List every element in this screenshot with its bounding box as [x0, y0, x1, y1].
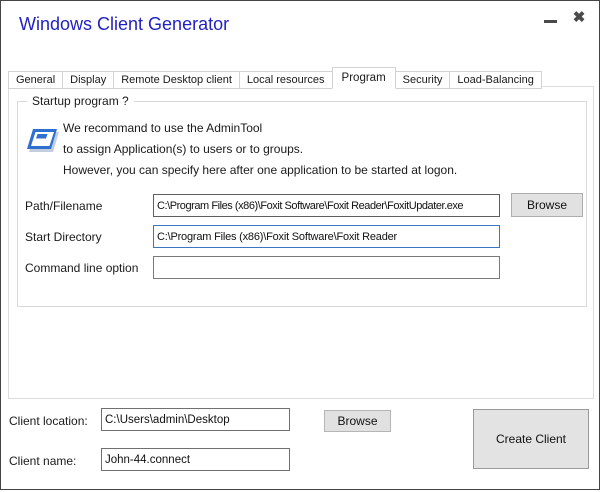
create-client-button[interactable]: Create Client	[473, 409, 589, 469]
client-location-label: Client location:	[9, 414, 88, 428]
tab-security[interactable]: Security	[395, 71, 451, 89]
info-line-1: We recommand to use the AdminTool	[63, 121, 262, 135]
minimize-icon	[544, 20, 557, 23]
tab-remote-desktop-client[interactable]: Remote Desktop client	[113, 71, 240, 89]
client-generator-window: Windows Client Generator ✖ General Displ…	[0, 0, 600, 490]
close-icon: ✖	[573, 8, 586, 26]
tab-load-balancing[interactable]: Load-Balancing	[449, 71, 541, 89]
application-window-icon	[24, 124, 62, 163]
tab-local-resources[interactable]: Local resources	[239, 71, 333, 89]
tab-strip: General Display Remote Desktop client Lo…	[8, 67, 542, 89]
info-line-3: However, you can specify here after one …	[63, 163, 457, 177]
startup-program-groupbox: Startup program ? We recommand to use th…	[17, 101, 587, 307]
program-tab-panel: Startup program ? We recommand to use th…	[8, 86, 594, 399]
info-line-2: to assign Application(s) to users or to …	[63, 142, 303, 156]
tab-general[interactable]: General	[8, 71, 63, 89]
window-controls: ✖	[540, 7, 589, 27]
client-location-input[interactable]	[101, 408, 290, 431]
start-directory-input[interactable]	[153, 225, 500, 248]
minimize-button[interactable]	[540, 7, 560, 27]
window-title: Windows Client Generator	[19, 14, 229, 35]
start-directory-label: Start Directory	[25, 230, 102, 244]
command-line-option-label: Command line option	[25, 261, 138, 275]
browse-client-location-button[interactable]: Browse	[324, 410, 391, 432]
groupbox-title: Startup program ?	[27, 94, 134, 108]
tab-program[interactable]: Program	[332, 67, 396, 89]
path-filename-label: Path/Filename	[25, 199, 102, 213]
client-name-label: Client name:	[9, 454, 76, 468]
browse-path-button[interactable]: Browse	[511, 193, 583, 217]
client-name-input[interactable]	[101, 448, 290, 471]
tab-display[interactable]: Display	[62, 71, 114, 89]
path-filename-input[interactable]	[153, 194, 500, 217]
command-line-option-input[interactable]	[153, 256, 500, 279]
close-button[interactable]: ✖	[569, 7, 589, 27]
